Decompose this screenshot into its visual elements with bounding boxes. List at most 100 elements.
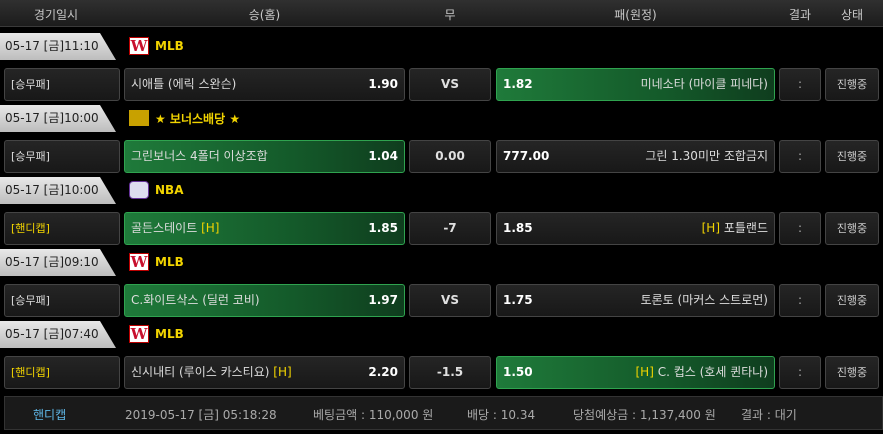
away-odds: 1.75 <box>503 293 533 307</box>
league-label: W MLB <box>129 321 184 347</box>
match-datetime: 05-17 [금]10:00 <box>0 105 116 132</box>
home-team: C.화이트삭스 (딜런 코비) <box>131 285 260 316</box>
away-team: 토론토 (마커스 스트로먼) <box>641 285 768 316</box>
nationals-logo-icon: W <box>129 253 149 271</box>
bet-summary: 핸디캡 2019-05-17 [금] 05:18:28 베팅금액 : 110,0… <box>4 396 883 430</box>
away-odds-button[interactable]: 1.82 미네소타 (마이클 피네다) <box>496 68 775 101</box>
bet-type: [승무패] <box>4 284 120 317</box>
league-name: NBA <box>155 183 184 197</box>
away-team: 그린 1.30미만 조합금지 <box>645 141 768 172</box>
status-badge: 진행중 <box>825 68 879 101</box>
bet-type: [핸디캡] <box>4 212 120 245</box>
away-team: [H] C. 컵스 (호세 퀸타나) <box>636 357 769 388</box>
away-odds: 1.85 <box>503 221 533 235</box>
status-badge: 진행중 <box>825 140 879 173</box>
header-status: 상태 <box>840 8 864 22</box>
summary-type: 핸디캡 <box>33 408 67 422</box>
match-datetime: 05-17 [금]09:10 <box>0 249 116 276</box>
header-home: 승(홈) <box>248 8 281 22</box>
header-result: 결과 <box>788 8 812 22</box>
status-badge: 진행중 <box>825 356 879 389</box>
draw-button[interactable]: -1.5 <box>409 356 491 389</box>
draw-button[interactable]: VS <box>409 68 491 101</box>
match-datetime: 05-17 [금]07:40 <box>0 321 116 348</box>
league-name: MLB <box>155 327 184 341</box>
match-result: : <box>779 68 821 101</box>
match-result: : <box>779 212 821 245</box>
header-draw: 무 <box>444 8 456 22</box>
summary-bet-amount: 베팅금액 : 110,000 원 <box>313 408 434 422</box>
match-datetime: 05-17 [금]11:10 <box>0 33 116 60</box>
bet-line: [핸디캡] 신시내티 (루이스 카스티요) [H] 2.20 -1.5 1.50… <box>0 356 883 391</box>
home-team: 그린보너스 4폴더 이상조합 <box>131 141 268 172</box>
home-odds: 1.04 <box>368 149 398 163</box>
home-team-name: C.화이트삭스 (딜런 코비) <box>131 293 260 307</box>
bet-type: [승무패] <box>4 68 120 101</box>
home-team-name: 신시내티 (루이스 카스티요) <box>131 365 270 379</box>
status-badge: 진행중 <box>825 284 879 317</box>
league-label: W MLB <box>129 33 184 59</box>
summary-datetime: 2019-05-17 [금] 05:18:28 <box>125 408 277 422</box>
home-team-name: 시애틀 (에릭 스완슨) <box>131 77 237 91</box>
nationals-logo-icon: W <box>129 325 149 343</box>
home-odds-button[interactable]: 신시내티 (루이스 카스티요) [H] 2.20 <box>124 356 405 389</box>
away-odds-button[interactable]: 777.00 그린 1.30미만 조합금지 <box>496 140 775 173</box>
table-header: 경기일시 승(홈) 무 패(원정) 결과 상태 <box>0 0 883 27</box>
home-team: 신시내티 (루이스 카스티요) [H] <box>131 357 292 388</box>
home-odds: 1.97 <box>368 293 398 307</box>
league-label: ★ 보너스배당 ★ <box>129 105 240 131</box>
away-team-name: 미네소타 (마이클 피네다) <box>640 77 768 91</box>
status-badge: 진행중 <box>825 212 879 245</box>
away-handicap-flag: [H] <box>635 365 654 379</box>
away-odds-button[interactable]: 1.50 [H] C. 컵스 (호세 퀸타나) <box>496 356 775 389</box>
home-team-name: 그린보너스 4폴더 이상조합 <box>131 149 268 163</box>
home-odds: 2.20 <box>368 365 398 379</box>
home-handicap-flag: [H] <box>201 221 220 235</box>
home-team: 골든스테이트 [H] <box>131 213 219 244</box>
header-date: 경기일시 <box>33 8 79 22</box>
nba-logo-icon <box>129 181 149 199</box>
league-name: ★ 보너스배당 ★ <box>155 111 241 126</box>
league-label: W MLB <box>129 249 184 275</box>
away-odds: 777.00 <box>503 149 550 163</box>
match-datetime: 05-17 [금]10:00 <box>0 177 116 204</box>
league-label: NBA <box>129 177 183 203</box>
match-result: : <box>779 140 821 173</box>
home-handicap-flag: [H] <box>273 365 292 379</box>
match-result: : <box>779 284 821 317</box>
away-team: [H] 포틀랜드 <box>702 213 768 244</box>
away-team-name: 그린 1.30미만 조합금지 <box>645 149 768 163</box>
home-odds: 1.85 <box>368 221 398 235</box>
away-odds: 1.50 <box>503 365 533 379</box>
away-team-name: 토론토 (마커스 스트로먼) <box>640 293 768 307</box>
summary-odds: 배당 : 10.34 <box>467 408 536 422</box>
away-team-name: 포틀랜드 <box>723 221 768 235</box>
home-team: 시애틀 (에릭 스완슨) <box>131 69 236 100</box>
nationals-logo-icon: W <box>129 37 149 55</box>
summary-result: 결과 : 대기 <box>741 408 797 422</box>
bet-line: [승무패] 그린보너스 4폴더 이상조합 1.04 0.00 777.00 그린… <box>0 140 883 175</box>
home-odds-button[interactable]: C.화이트삭스 (딜런 코비) 1.97 <box>124 284 405 317</box>
league-name: MLB <box>155 255 184 269</box>
away-odds-button[interactable]: 1.75 토론토 (마커스 스트로먼) <box>496 284 775 317</box>
bet-type: [핸디캡] <box>4 356 120 389</box>
draw-button[interactable]: 0.00 <box>409 140 491 173</box>
league-name: MLB <box>155 39 184 53</box>
home-odds-button[interactable]: 그린보너스 4폴더 이상조합 1.04 <box>124 140 405 173</box>
home-odds-button[interactable]: 골든스테이트 [H] 1.85 <box>124 212 405 245</box>
summary-expected-win: 당첨예상금 : 1,137,400 원 <box>573 408 716 422</box>
draw-button[interactable]: -7 <box>409 212 491 245</box>
home-odds-button[interactable]: 시애틀 (에릭 스완슨) 1.90 <box>124 68 405 101</box>
away-handicap-flag: [H] <box>701 221 720 235</box>
bet-line: [승무패] C.화이트삭스 (딜런 코비) 1.97 VS 1.75 토론토 (… <box>0 284 883 319</box>
bonus-logo-icon <box>129 110 149 126</box>
away-team-name: C. 컵스 (호세 퀸타나) <box>657 365 768 379</box>
match-result: : <box>779 356 821 389</box>
home-team-name: 골든스테이트 <box>131 221 198 235</box>
away-odds: 1.82 <box>503 77 533 91</box>
home-odds: 1.90 <box>368 77 398 91</box>
bet-type: [승무패] <box>4 140 120 173</box>
away-odds-button[interactable]: 1.85 [H] 포틀랜드 <box>496 212 775 245</box>
bet-line: [핸디캡] 골든스테이트 [H] 1.85 -7 1.85 [H] 포틀랜드 :… <box>0 212 883 247</box>
draw-button[interactable]: VS <box>409 284 491 317</box>
